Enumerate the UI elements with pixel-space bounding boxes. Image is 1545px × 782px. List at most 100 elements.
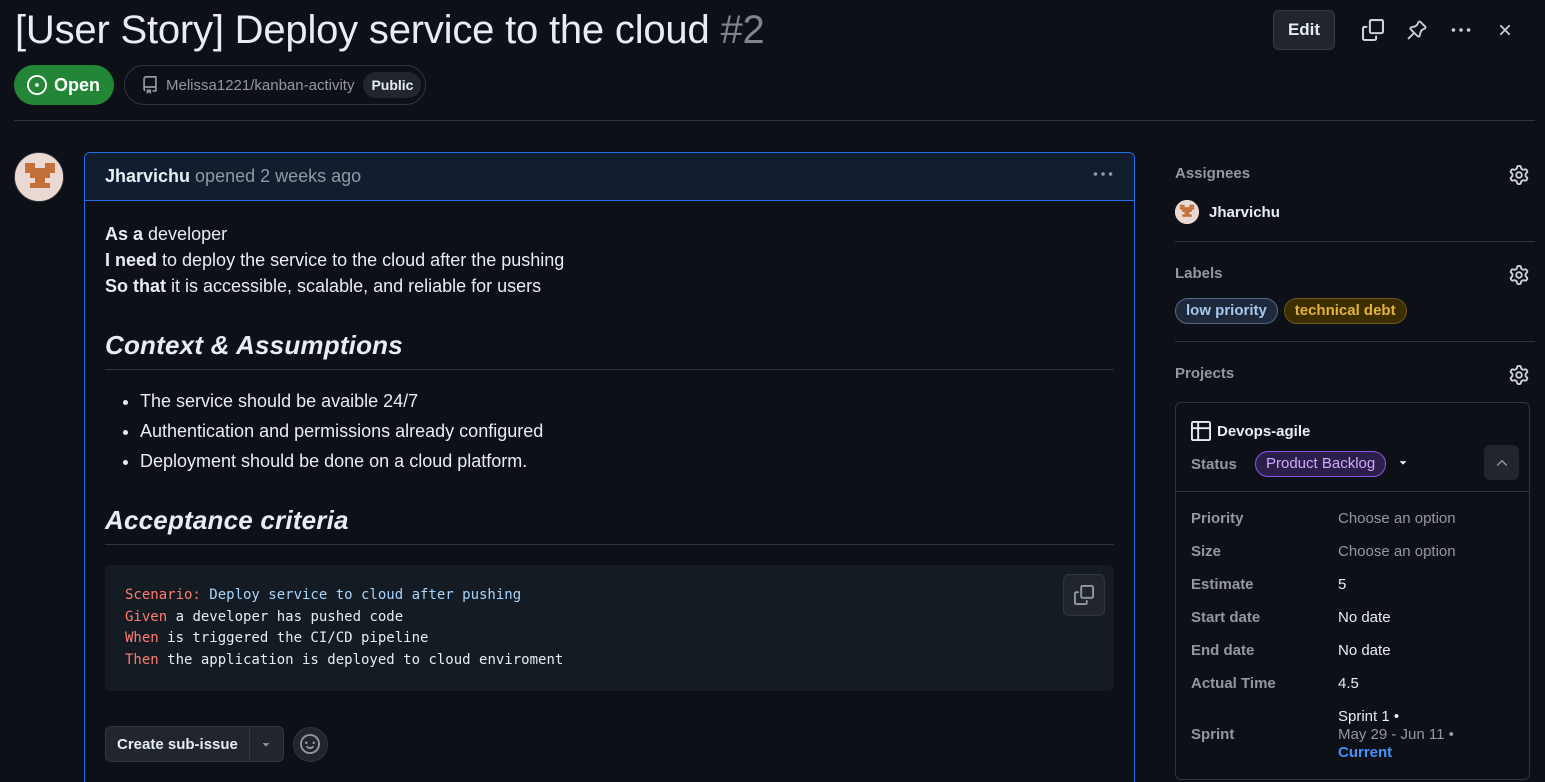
table-icon [1191,421,1211,441]
labels-list: low priority technical debt [1175,298,1409,324]
field-size[interactable]: Size Choose an option [1191,543,1456,560]
code-keyword: Then [125,652,159,669]
create-sub-issue-split-button: Create sub-issue [105,726,284,762]
create-sub-issue-button[interactable]: Create sub-issue [106,727,250,761]
code-keyword: Given [125,608,168,625]
visibility-badge: Public [363,72,422,98]
copy-icon[interactable] [1351,10,1395,50]
sprint-value: Sprint 1 • May 29 - Jun 11 • Current [1338,708,1454,762]
author-avatar[interactable] [14,152,64,202]
header-divider [14,120,1535,121]
status-label: Status [1191,455,1237,473]
code-text: is triggered the CI/CD pipeline [158,630,429,647]
chevron-up-icon [1496,459,1507,466]
story-label: As a [105,224,144,244]
comment-actions: Create sub-issue [105,726,328,762]
list-item: Authentication and permissions already c… [140,418,1114,444]
story-line-so-that: So that it is accessible, scalable, and … [105,273,1114,299]
field-name: Priority [1191,510,1244,527]
add-reaction-button[interactable] [292,726,328,762]
projects-gear-icon[interactable] [1508,364,1530,386]
code-block: Scenario: Deploy service to cloud after … [105,565,1114,691]
assignees-title: Assignees [1175,165,1251,182]
issue-body-comment: Jharvichu opened 2 weeks ago As a develo… [84,152,1135,782]
list-item: Deployment should be done on a cloud pla… [140,448,1114,474]
comment-timestamp[interactable]: opened 2 weeks ago [195,166,361,187]
field-start-date[interactable]: Start date No date [1191,609,1391,626]
projects-title: Projects [1175,365,1235,382]
field-estimate[interactable]: Estimate 5 [1191,576,1346,593]
issue-meta: Open Melissa1221/kanban-activity Public [14,65,427,105]
issue-opened-icon [27,75,47,95]
acceptance-heading: Acceptance criteria [105,504,1114,545]
labels-gear-icon[interactable] [1508,264,1530,286]
copy-icon [1074,585,1094,605]
label-low-priority[interactable]: low priority [1175,298,1278,324]
context-heading: Context & Assumptions [105,329,1114,370]
code-text: the application is deployed to cloud env… [158,652,564,669]
project-status: Status Product Backlog [1191,451,1410,477]
code-line: Then the application is deployed to clou… [125,650,1094,672]
code-text: a developer has pushed code [167,608,404,625]
story-label: So that [105,276,166,296]
assignees-gear-icon[interactable] [1508,164,1530,186]
list-item: The service should be avaible 24/7 [140,388,1114,414]
comment-author[interactable]: Jharvichu [105,166,190,187]
field-value: Choose an option [1338,543,1456,560]
issue-title: [User Story] Deploy service to the cloud… [15,8,765,53]
code-line: Given a developer has pushed code [125,607,1094,629]
smiley-icon [300,734,321,754]
issue-number: #2 [720,8,765,52]
header-actions: Edit [1273,10,1527,50]
comment-body: As a developer I need to deploy the serv… [85,201,1134,691]
code-line: Scenario: Deploy service to cloud after … [125,585,1094,607]
context-list: The service should be avaible 24/7 Authe… [105,388,1114,474]
copy-code-button[interactable] [1063,574,1105,616]
field-value: 5 [1338,576,1347,593]
status-dropdown-icon[interactable] [1396,455,1410,473]
labels-title: Labels [1175,265,1223,282]
field-value: No date [1338,642,1391,659]
status-value[interactable]: Product Backlog [1255,451,1387,477]
code-keyword: Scenario: [125,587,201,603]
story-line-i-need: I need to deploy the service to the clou… [105,247,1114,273]
story-label: I need [105,250,158,270]
story-text: it is accessible, scalable, and reliable… [166,276,542,296]
code-text: Deploy service to cloud after pushing [200,587,522,603]
close-icon[interactable] [1483,10,1527,50]
repo-name: Melissa1221/kanban-activity [166,76,355,94]
create-sub-issue-menu[interactable] [250,727,283,761]
edit-button[interactable]: Edit [1273,10,1335,50]
triangle-down-icon [263,743,270,747]
project-name: Devops-agile [1217,422,1311,440]
field-end-date[interactable]: End date No date [1191,642,1391,659]
project-link[interactable]: Devops-agile [1191,421,1310,441]
labels-section: Labels low priority technical debt [1175,242,1535,342]
state-label: Open [54,74,101,95]
field-sprint[interactable]: Sprint Sprint 1 • May 29 - Jun 11 • Curr… [1191,708,1454,762]
pin-icon[interactable] [1395,10,1439,50]
field-value: Choose an option [1338,510,1456,527]
assignee-item[interactable]: Jharvichu [1175,200,1280,224]
sprint-current-link[interactable]: Current [1338,744,1454,762]
field-value: No date [1338,609,1391,626]
story-text: to deploy the service to the cloud after… [157,250,565,270]
label-technical-debt[interactable]: technical debt [1283,298,1407,324]
field-actual-time[interactable]: Actual Time 4.5 [1191,675,1359,692]
field-name: Actual Time [1191,675,1276,692]
field-value: 4.5 [1338,675,1359,692]
code-line: When is triggered the CI/CD pipeline [125,628,1094,650]
project-card: Devops-agile Status Product Backlog Prio… [1175,402,1530,780]
assignee-avatar [1175,200,1199,224]
repo-icon [143,76,157,94]
collapse-project-button[interactable] [1484,445,1519,480]
assignee-name: Jharvichu [1209,203,1280,221]
comment-options-icon[interactable] [1092,163,1114,190]
story-line-as-a: As a developer [105,221,1114,247]
code-keyword: When [125,630,159,647]
field-priority[interactable]: Priority Choose an option [1191,510,1456,527]
assignees-section: Assignees Jharvichu [1175,152,1535,242]
kebab-horizontal-icon[interactable] [1439,10,1483,50]
state-badge: Open [14,65,115,105]
repo-link[interactable]: Melissa1221/kanban-activity Public [124,65,427,105]
